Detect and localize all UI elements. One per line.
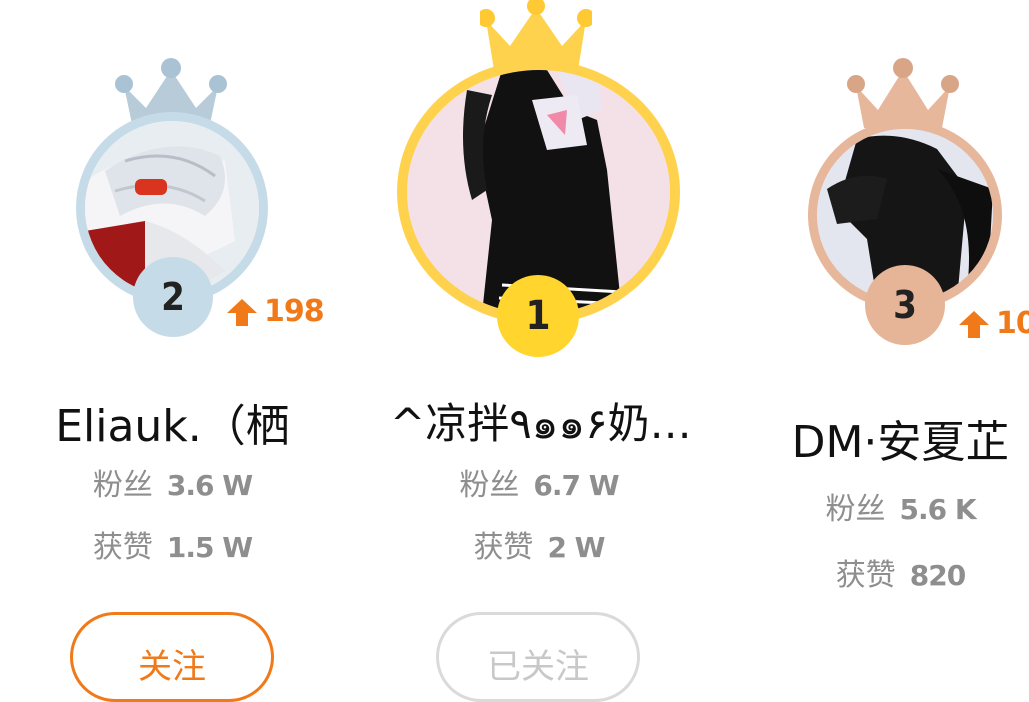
rank-change-value: 10 <box>996 306 1029 341</box>
fans-value: 6.7 W <box>533 469 619 502</box>
fans-value: 3.6 W <box>166 469 253 502</box>
fans-stat: 粉丝 3.6 W <box>40 460 305 504</box>
likes-stat: 获赞 2 W <box>390 522 688 566</box>
rank-change-value: 198 <box>264 294 325 329</box>
fans-value: 5.6 K <box>899 493 976 526</box>
likes-stat: 获赞 820 <box>772 550 1029 594</box>
rank-change: 198 <box>226 294 325 329</box>
arrow-up-icon <box>227 298 257 326</box>
leaderboard-entry-rank-3: 3 10 DM·安夏芷 粉丝 5.6 K 获赞 820 <box>772 0 1029 666</box>
likes-label: 获赞 <box>835 558 896 593</box>
likes-value: 1.5 W <box>166 531 253 564</box>
fans-stat: 粉丝 6.7 W <box>390 460 688 504</box>
user-name[interactable]: DM·安夏芷 <box>772 406 1029 470</box>
likes-value: 2 W <box>547 531 605 564</box>
rank-change: 10 <box>958 306 1029 341</box>
likes-value: 820 <box>909 559 966 592</box>
fans-label: 粉丝 <box>459 468 520 503</box>
likes-label: 获赞 <box>473 530 534 565</box>
arrow-up-icon <box>959 310 989 338</box>
likes-stat: 获赞 1.5 W <box>40 522 305 566</box>
followed-button[interactable]: 已关注 <box>436 612 640 702</box>
rank-badge: 1 <box>497 275 579 357</box>
fans-label: 粉丝 <box>92 468 153 503</box>
fans-stat: 粉丝 5.6 K <box>772 484 1029 528</box>
leaderboard-entry-rank-2: 2 198 Eliauk.（栖 粉丝 3.6 W 获赞 1.5 W 关注 <box>40 0 325 702</box>
rank-badge: 3 <box>865 265 945 345</box>
follow-button[interactable]: 关注 <box>70 612 274 702</box>
bronze-crown-icon <box>847 58 959 128</box>
likes-label: 获赞 <box>92 530 153 565</box>
user-name[interactable]: Eliauk.（栖 <box>40 390 305 454</box>
fans-label: 粉丝 <box>825 492 886 527</box>
leaderboard-entry-rank-1: 1 ^凉拌٩๑๑۶奶… 粉丝 6.7 W 获赞 2 W 已关注 <box>390 0 692 702</box>
rank-badge: 2 <box>133 257 213 337</box>
user-name[interactable]: ^凉拌٩๑๑۶奶… <box>390 390 692 457</box>
